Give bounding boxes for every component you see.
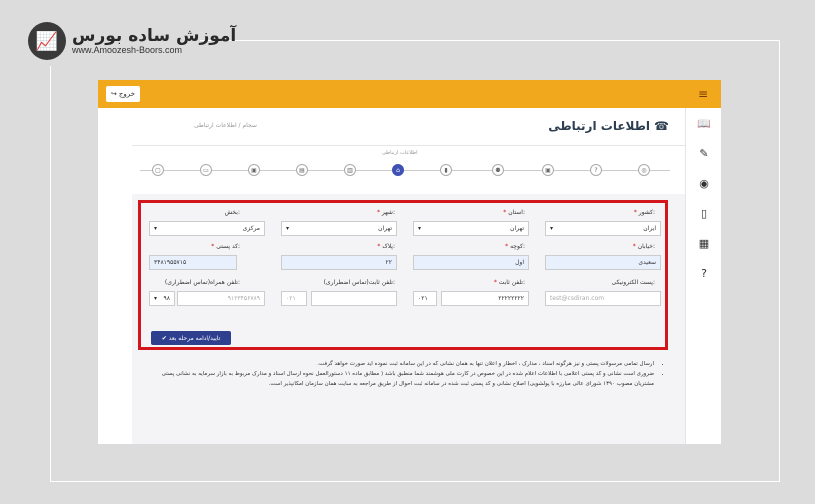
phone-input[interactable]: ۲۲۲۲۲۲۲۲ [441, 291, 529, 306]
mobile-label: تلفن همراه(تماس اضطراری): [164, 279, 240, 286]
note-item: ضروری است نشانی و کد پستی اعلامی با اطلا… [142, 370, 654, 390]
phone-icon: ☎ [654, 119, 669, 133]
phone-code-input[interactable]: ۰۲۱ [413, 291, 437, 306]
chevron-down-icon: ▾ [286, 225, 290, 232]
step-8[interactable]: ⚉ [492, 164, 504, 176]
chevron-down-icon: ▾ [418, 225, 422, 232]
logo-title: آموزش ساده بورس [72, 25, 237, 46]
step-10[interactable]: ? [590, 164, 602, 176]
site-logo: 📈 آموزش ساده بورس www.Amoozesh-Boors.com [28, 22, 236, 60]
street-input[interactable]: سعیدی [545, 255, 661, 270]
mobile-code-select[interactable]: ▾ ۹۸ [149, 291, 175, 306]
top-bar: ↪ خروج [98, 80, 721, 108]
step-4[interactable]: ▤ [296, 164, 308, 176]
email-input[interactable]: test@csdiran.com [545, 291, 661, 306]
country-select[interactable]: ▾ ایران [545, 221, 661, 236]
chart-icon: 📈 [28, 22, 66, 60]
postal-input[interactable]: ۳۴۸۱۹۵۵۷۱۵ [149, 255, 237, 270]
step-5[interactable]: ▥ [344, 164, 356, 176]
chevron-down-icon: ▾ [154, 295, 158, 302]
chevron-down-icon: ▾ [550, 225, 554, 232]
frame-left-line [50, 66, 51, 482]
emergency-phone-label: تلفن ثابت(تماس اضطراری): [323, 279, 395, 286]
mobile-icon[interactable]: ▯ [686, 198, 721, 228]
province-label: * استان: [503, 209, 525, 216]
main-content: اطلاعات ارتباطی ☎ سجام / اطلاعات ارتباطی… [132, 108, 685, 444]
chevron-down-icon: ▾ [154, 225, 158, 232]
district-label: بخش: [224, 209, 240, 216]
step-2[interactable]: ▭ [200, 164, 212, 176]
eye-icon[interactable]: ◉ [686, 168, 721, 198]
exit-label: خروج [118, 90, 135, 98]
city-select[interactable]: ▾ تهران [281, 221, 397, 236]
contact-form: * کشور: * استان: * شهر: بخش: ▾ ایران ▾ تهر… [138, 200, 668, 350]
postal-label: * کد پستی: [211, 243, 240, 250]
page-title: اطلاعات ارتباطی ☎ [548, 119, 669, 133]
email-label: پست الکترونیکی: [611, 279, 655, 286]
frame-top-line [200, 40, 780, 41]
frame-bottom-line [50, 481, 780, 482]
exit-icon: ↪ [111, 90, 117, 98]
plaque-input[interactable]: ۲۲ [281, 255, 397, 270]
emergency-phone-code-input[interactable]: ۰۲۱ [281, 291, 307, 306]
submit-button[interactable]: ✔ تایید/ادامه مرحله بعد [151, 331, 231, 345]
help-icon[interactable]: ? [686, 258, 721, 288]
step-9[interactable]: ▣ [542, 164, 554, 176]
city-label: * شهر: [376, 209, 395, 216]
active-step-label: اطلاعات ارتباطی [382, 150, 418, 156]
step-6-active[interactable]: ⌂ [392, 164, 404, 176]
check-icon: ✔ [161, 334, 169, 342]
step-7[interactable]: ▮ [440, 164, 452, 176]
mobile-input[interactable]: ۹۱۲۳۴۵۶۷۸۹ [177, 291, 265, 306]
alley-input[interactable]: اول [413, 255, 529, 270]
edit-icon[interactable]: ✎ [686, 138, 721, 168]
exit-button[interactable]: ↪ خروج [106, 86, 140, 102]
step-3[interactable]: ▣ [248, 164, 260, 176]
notes-list: ارسال تمامی مرسولات پستی و نیز هرگونه اس… [142, 360, 662, 390]
frame-right-line [779, 40, 780, 482]
district-select[interactable]: ▾ مرکزی [149, 221, 265, 236]
phone-label: * تلفن ثابت: [493, 279, 525, 286]
emergency-phone-input[interactable] [311, 291, 397, 306]
alley-label: * کوچه: [505, 243, 525, 250]
street-label: * خیابان: [632, 243, 655, 250]
page-header: اطلاعات ارتباطی ☎ سجام / اطلاعات ارتباطی [132, 108, 685, 146]
step-wizard: اطلاعات ارتباطی ▢ ▭ ▣ ▤ ▥ ⌂ ▮ ⚉ ▣ ? ◎ [132, 146, 685, 194]
brand-logo-icon: ≡ [685, 80, 721, 108]
step-11[interactable]: ◎ [638, 164, 650, 176]
book-icon[interactable]: 📖 [686, 108, 721, 138]
plaque-label: * پلاک: [377, 243, 395, 250]
breadcrumb: سجام / اطلاعات ارتباطی [194, 122, 257, 129]
sidebar: 📖 ✎ ◉ ▯ ▦ ? [685, 108, 721, 444]
building-icon[interactable]: ▦ [686, 228, 721, 258]
province-select[interactable]: ▾ تهران [413, 221, 529, 236]
step-1[interactable]: ▢ [152, 164, 164, 176]
app-window: ↪ خروج ≡ 📖 ✎ ◉ ▯ ▦ ? اطلاعات ارتباطی ☎ س… [98, 80, 721, 444]
logo-url: www.Amoozesh-Boors.com [72, 45, 183, 56]
country-label: * کشور: [633, 209, 655, 216]
note-item: ارسال تمامی مرسولات پستی و نیز هرگونه اس… [142, 360, 654, 370]
